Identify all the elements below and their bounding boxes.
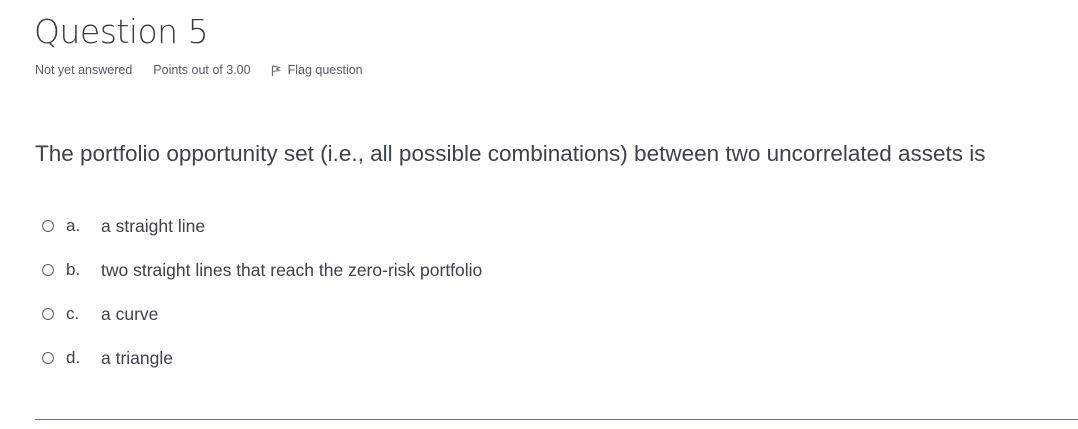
question-points: Points out of 3.00 xyxy=(153,63,251,77)
answer-letter: d. xyxy=(66,348,81,367)
answer-label: a curve xyxy=(101,303,159,324)
radio-icon[interactable] xyxy=(42,352,54,364)
flag-question-link[interactable]: Flag question xyxy=(271,63,363,77)
radio-icon[interactable] xyxy=(42,220,54,232)
answer-option-a[interactable]: a. a straight line xyxy=(42,214,742,238)
question-state: Not yet answered xyxy=(35,63,133,77)
answer-option-c[interactable]: c. a curve xyxy=(42,302,742,326)
divider xyxy=(35,419,1078,420)
answer-label: a straight line xyxy=(101,215,206,236)
answer-option-d[interactable]: d. a triangle xyxy=(42,346,742,370)
question-title: Question 5 xyxy=(34,12,209,51)
question-page: Question 5 Not yet answered Points out o… xyxy=(0,0,1078,429)
question-text: The portfolio opportunity set (i.e., all… xyxy=(35,141,986,166)
answer-option-b[interactable]: b. two straight lines that reach the zer… xyxy=(42,258,742,282)
answer-letter: c. xyxy=(66,304,80,323)
flag-question-label: Flag question xyxy=(287,63,363,77)
question-info: Not yet answered Points out of 3.00 Flag… xyxy=(35,63,363,77)
answer-label: a triangle xyxy=(101,347,173,368)
flag-icon xyxy=(271,64,281,76)
radio-icon[interactable] xyxy=(42,308,54,320)
answer-letter: b. xyxy=(66,260,81,279)
radio-icon[interactable] xyxy=(42,264,54,276)
answer-label: two straight lines that reach the zero-r… xyxy=(101,259,483,280)
answer-letter: a. xyxy=(66,216,81,235)
